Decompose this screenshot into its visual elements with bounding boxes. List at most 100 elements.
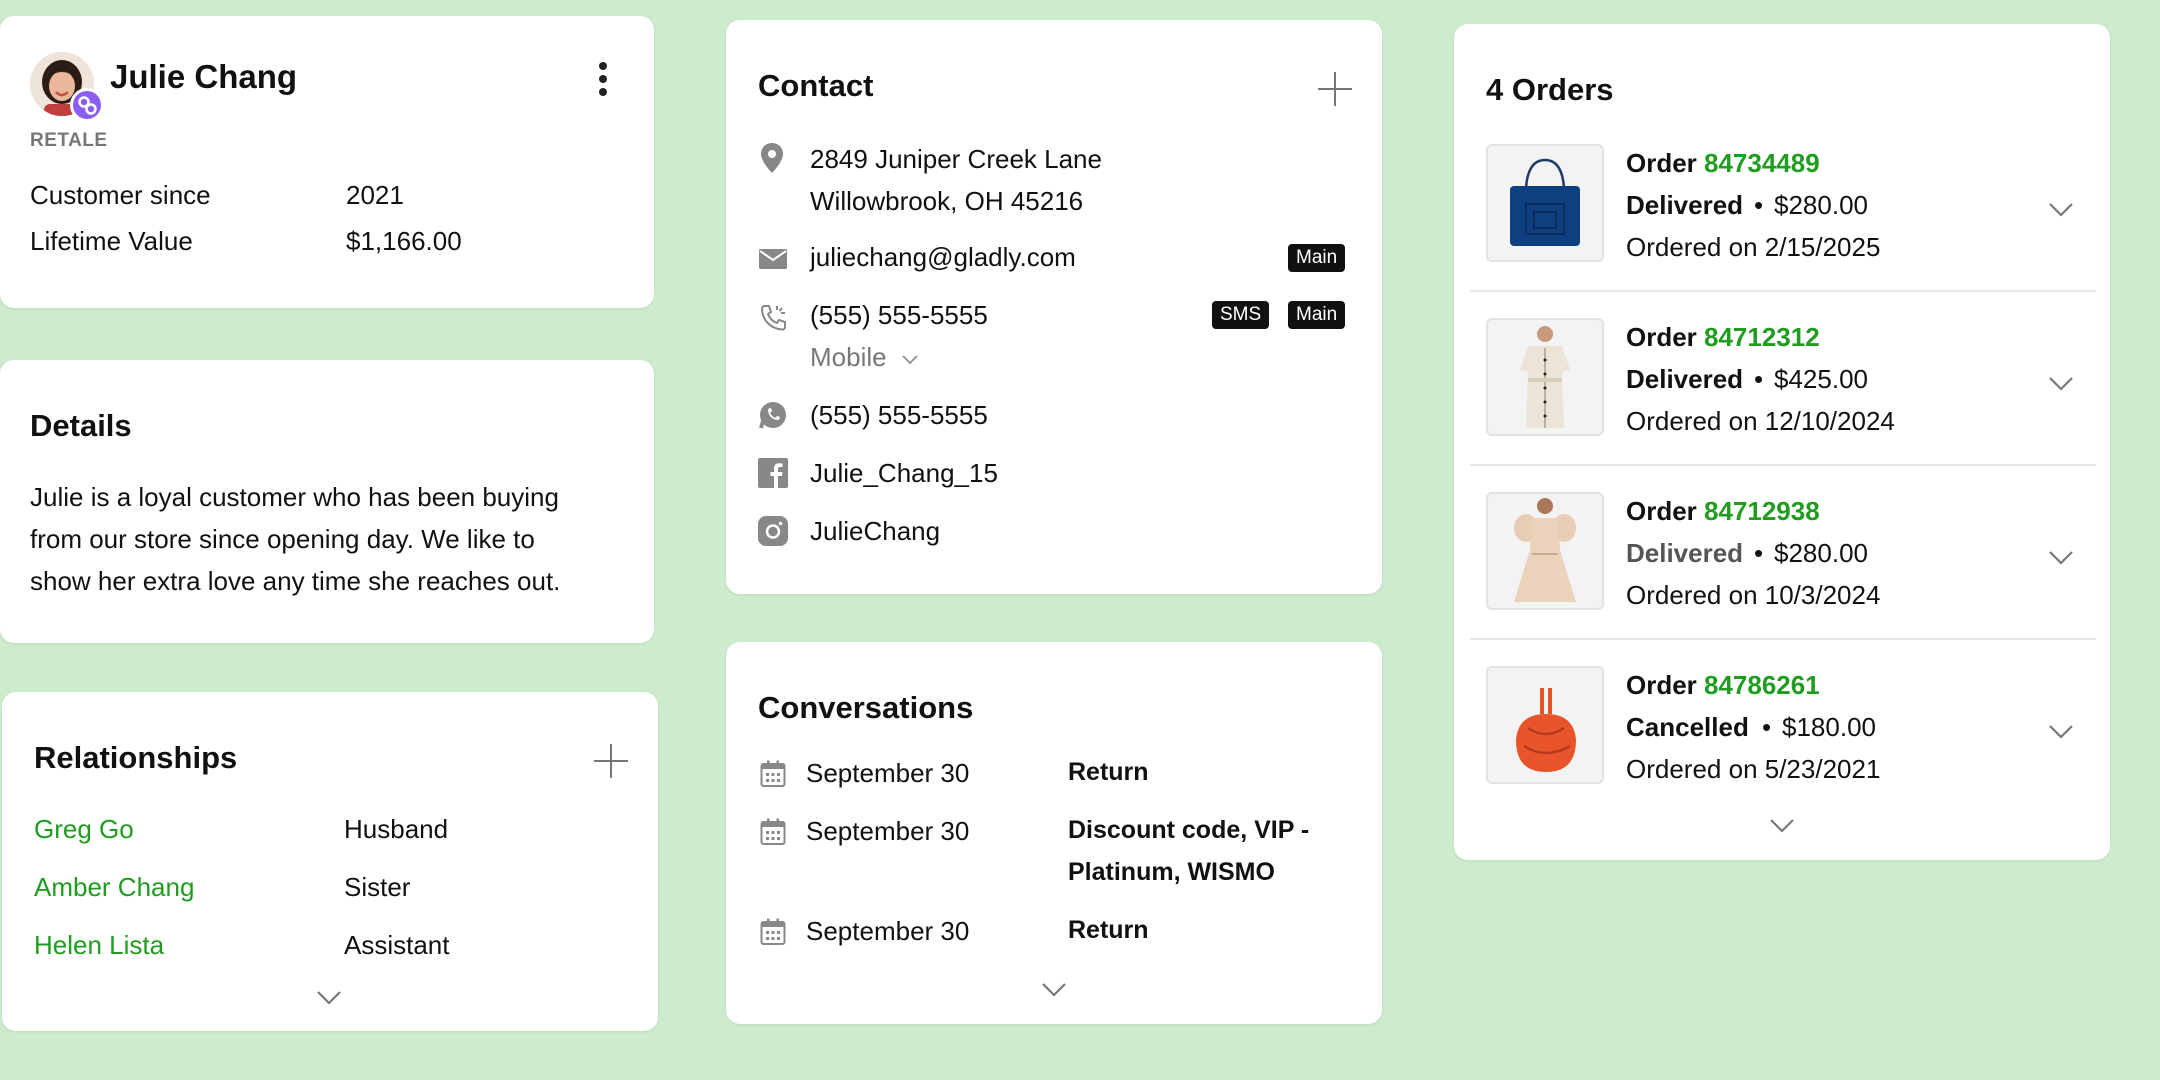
order-row[interactable]: Order 84712312 Delivered • $425.00 Order… <box>1454 316 2110 468</box>
order-divider <box>1470 464 2096 466</box>
order-row[interactable]: Order 84712938 Delivered • $280.00 Order… <box>1454 490 2110 642</box>
instagram-value[interactable]: JulieChang <box>810 516 940 547</box>
relationship-name-amber-chang[interactable]: Amber Chang <box>34 872 194 903</box>
order-row[interactable]: Order 84734489 Delivered • $280.00 Order… <box>1454 142 2110 294</box>
order-date: Ordered on 5/23/2021 <box>1626 754 1881 784</box>
conversation-item[interactable]: September 30 Return <box>726 754 1382 802</box>
conversation-date: September 30 <box>806 916 970 946</box>
orders-title: 4 Orders <box>1486 72 1614 107</box>
order-date: Ordered on 10/3/2024 <box>1626 580 1881 610</box>
customer-card: Julie Chang RETALE Customer since 2021 L… <box>0 16 654 308</box>
email-icon <box>758 248 788 275</box>
order-number-link[interactable]: 84734489 <box>1704 148 1820 179</box>
customer-since-value: 2021 <box>346 180 404 210</box>
order-label: Order <box>1626 148 1697 178</box>
details-text-line-2: from our store since opening day. We lik… <box>30 524 535 554</box>
conversation-date: September 30 <box>806 758 970 788</box>
order-label: Order <box>1626 496 1697 526</box>
orders-card: 4 Orders Order 84734489 Delivered • $280… <box>1454 24 2110 860</box>
order-status: Delivered <box>1626 190 1744 220</box>
relationships-title: Relationships <box>34 740 238 775</box>
link-badge-icon <box>70 88 104 122</box>
contact-card: Contact 2849 Juniper Creek Lane Willowbr… <box>726 20 1382 594</box>
order-number-link[interactable]: 84786261 <box>1704 670 1820 701</box>
order-price: $180.00 <box>1782 712 1876 742</box>
order-price: $425.00 <box>1774 364 1868 394</box>
customer-org: RETALE <box>30 130 108 151</box>
lifetime-value-label: Lifetime Value <box>30 226 193 256</box>
phone-value[interactable]: (555) 555-5555 <box>810 300 988 331</box>
conversation-topic: Return <box>1068 916 1149 944</box>
order-separator: • <box>1754 364 1764 394</box>
facebook-icon <box>758 458 788 493</box>
relationship-name-greg-go[interactable]: Greg Go <box>34 814 134 845</box>
email-main-badge: Main <box>1288 244 1346 272</box>
customer-name: Julie Chang <box>110 58 298 95</box>
chevron-down-icon[interactable] <box>2048 376 2074 392</box>
relationship-role: Husband <box>344 814 449 844</box>
relationship-name-helen-lista[interactable]: Helen Lista <box>34 930 164 961</box>
whatsapp-value[interactable]: (555) 555-5555 <box>810 400 988 431</box>
order-thumbnail-blue-bag <box>1486 144 1604 262</box>
add-relationship-button[interactable] <box>594 744 628 778</box>
address-line-1[interactable]: 2849 Juniper Creek Lane <box>810 144 1102 175</box>
conversation-date: September 30 <box>806 816 970 846</box>
conversations-title: Conversations <box>758 690 974 725</box>
address-line-2[interactable]: Willowbrook, OH 45216 <box>810 186 1083 217</box>
order-status: Delivered <box>1626 538 1744 568</box>
whatsapp-icon <box>758 400 788 435</box>
relationships-card: Relationships Greg Go Husband Amber Chan… <box>2 692 658 1031</box>
order-label: Order <box>1626 670 1697 700</box>
add-contact-button[interactable] <box>1318 72 1352 106</box>
conversation-item[interactable]: September 30 Discount code, VIP - Platin… <box>726 812 1382 904</box>
expand-relationships-chevron-down-icon[interactable] <box>316 990 342 1011</box>
phone-main-badge: Main <box>1288 301 1346 329</box>
more-options-icon[interactable] <box>596 60 610 100</box>
order-label: Order <box>1626 322 1697 352</box>
details-text-line-1: Julie is a loyal customer who has been b… <box>30 482 559 512</box>
phone-type-label: Mobile <box>810 342 887 372</box>
conversation-topic-line-2: Platinum, WISMO <box>1068 858 1275 886</box>
phone-icon <box>758 302 790 339</box>
email-value[interactable]: juliechang@gladly.com <box>810 242 1076 273</box>
order-divider <box>1470 290 2096 292</box>
conversation-topic: Discount code, VIP - <box>1068 816 1310 844</box>
expand-conversations-chevron-down-icon[interactable] <box>1041 982 1067 1003</box>
conversations-card: Conversations September 30 Return Septem… <box>726 642 1382 1024</box>
order-price: $280.00 <box>1774 190 1868 220</box>
order-date: Ordered on 2/15/2025 <box>1626 232 1881 262</box>
order-thumbnail-orange-bag <box>1486 666 1604 784</box>
order-price: $280.00 <box>1774 538 1868 568</box>
order-row[interactable]: Order 84786261 Cancelled • $180.00 Order… <box>1454 664 2110 816</box>
phone-sms-badge: SMS <box>1212 301 1270 329</box>
calendar-icon <box>760 918 786 945</box>
chevron-down-icon[interactable] <box>2048 724 2074 740</box>
order-thumbnail-puff-dress <box>1486 492 1604 610</box>
order-number-link[interactable]: 84712938 <box>1704 496 1820 527</box>
order-separator: • <box>1754 190 1764 220</box>
relationship-role: Sister <box>344 872 411 902</box>
order-separator: • <box>1762 712 1772 742</box>
phone-type-dropdown[interactable]: Mobile <box>810 342 919 373</box>
expand-orders-chevron-down-icon[interactable] <box>1769 818 1795 839</box>
details-card: Details Julie is a loyal customer who ha… <box>0 360 654 643</box>
conversation-topic: Return <box>1068 758 1149 786</box>
customer-since-label: Customer since <box>30 180 211 210</box>
order-divider <box>1470 638 2096 640</box>
order-number-link[interactable]: 84712312 <box>1704 322 1820 353</box>
order-separator: • <box>1754 538 1764 568</box>
instagram-icon <box>758 516 788 551</box>
details-text-line-3: show her extra love any time she reaches… <box>30 566 561 596</box>
chevron-down-icon <box>902 355 918 365</box>
chevron-down-icon[interactable] <box>2048 202 2074 218</box>
facebook-value[interactable]: Julie_Chang_15 <box>810 458 998 489</box>
location-pin-icon <box>760 142 784 179</box>
order-status: Cancelled <box>1626 712 1749 742</box>
order-thumbnail-shirt-dress <box>1486 318 1604 436</box>
chevron-down-icon[interactable] <box>2048 550 2074 566</box>
contact-title: Contact <box>758 68 874 103</box>
calendar-icon <box>760 818 786 845</box>
calendar-icon <box>760 760 786 787</box>
conversation-item[interactable]: September 30 Return <box>726 912 1382 960</box>
lifetime-value: $1,166.00 <box>346 226 462 256</box>
